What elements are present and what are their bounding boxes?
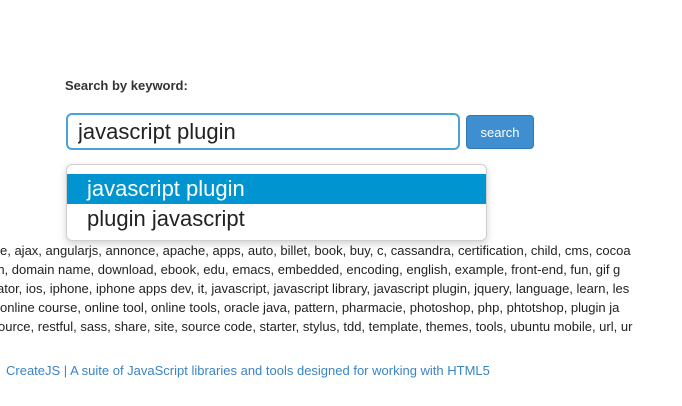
tag-line: rn, domain name, download, ebook, edu, e… xyxy=(0,260,682,279)
search-input[interactable] xyxy=(66,113,460,150)
tag-line: ator, ios, iphone, iphone apps dev, it, … xyxy=(0,279,682,298)
tag-line-text[interactable]: e, ajax, angularjs, annonce, apache, app… xyxy=(0,243,631,258)
search-label: Search by keyword: xyxy=(65,78,188,93)
result-link-createjs[interactable]: CreateJS | A suite of JavaScript librari… xyxy=(6,363,490,378)
suggestion-javascript-plugin[interactable]: javascript plugin xyxy=(67,174,486,204)
search-page: Search by keyword: search javascript plu… xyxy=(0,0,682,406)
tag-line: e, ajax, angularjs, annonce, apache, app… xyxy=(0,241,682,260)
autocomplete-dropdown: javascript plugin plugin javascript xyxy=(66,164,487,241)
tag-cloud: e, ajax, angularjs, annonce, apache, app… xyxy=(0,241,682,336)
tag-line-text[interactable]: ource, restful, sass, share, site, sourc… xyxy=(0,319,632,334)
suggestion-plugin-javascript[interactable]: plugin javascript xyxy=(67,204,486,234)
tag-line-text[interactable]: ator, ios, iphone, iphone apps dev, it, … xyxy=(0,281,629,296)
tag-line-text[interactable]: rn, domain name, download, ebook, edu, e… xyxy=(0,262,620,277)
search-button[interactable]: search xyxy=(466,115,534,149)
tag-line: online course, online tool, online tools… xyxy=(0,298,682,317)
tag-line-text[interactable]: online course, online tool, online tools… xyxy=(0,300,619,315)
tag-line: ource, restful, sass, share, site, sourc… xyxy=(0,317,682,336)
